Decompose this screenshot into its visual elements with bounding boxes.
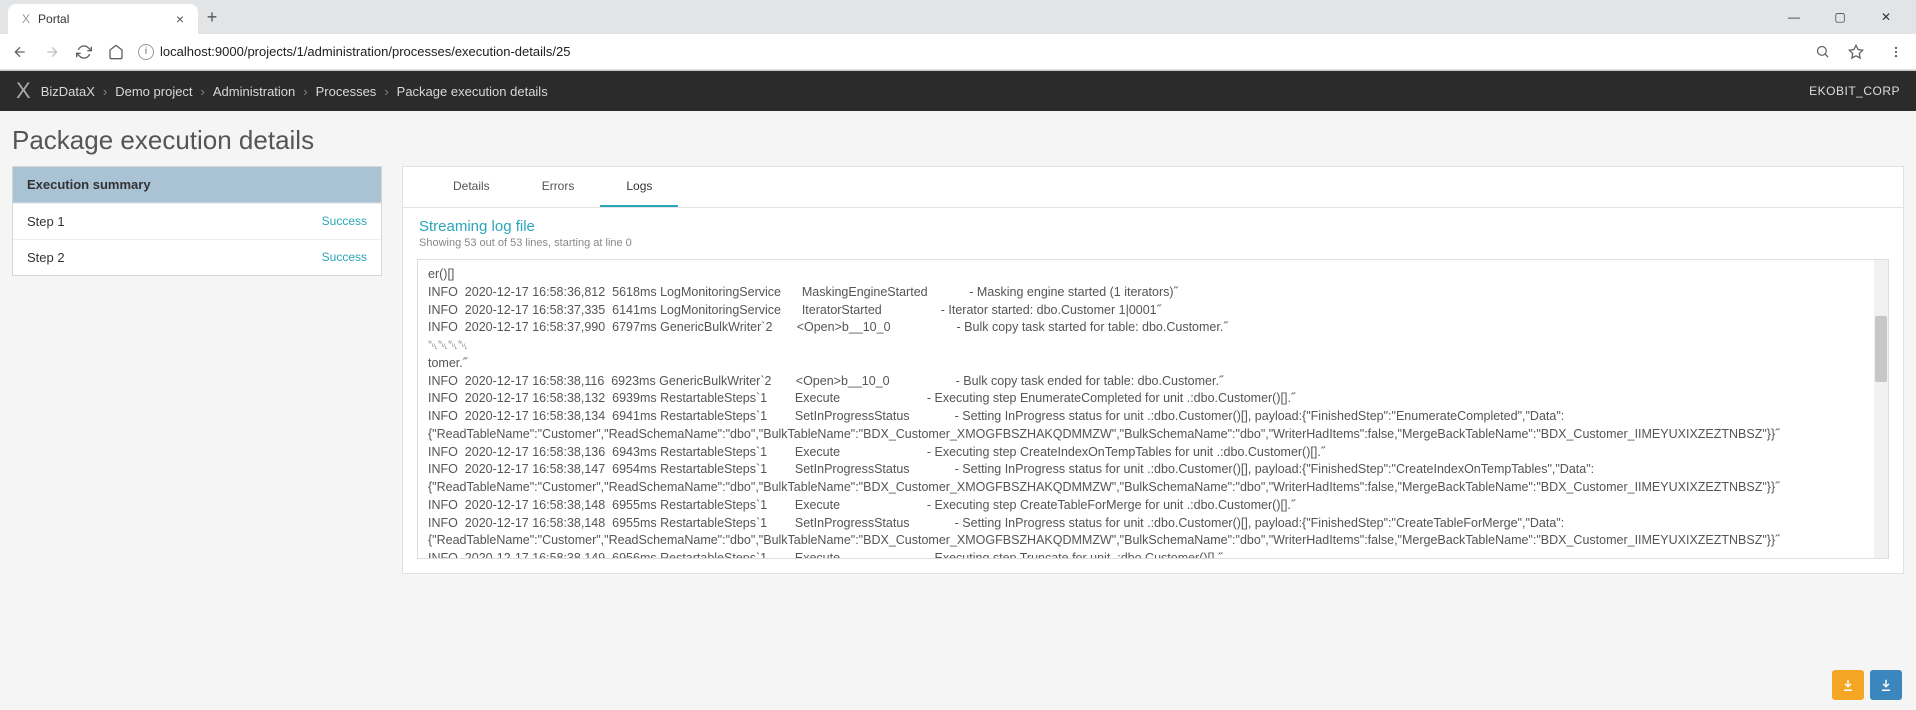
crumb-current: Package execution details bbox=[397, 84, 548, 99]
maximize-icon[interactable]: ▢ bbox=[1826, 10, 1854, 24]
chevron-right-icon: › bbox=[303, 84, 307, 99]
log-viewer[interactable]: er()[] INFO 2020-12-17 16:58:36,812 5618… bbox=[417, 259, 1889, 559]
crumb-processes[interactable]: Processes bbox=[316, 84, 377, 99]
tab-favicon-icon: X bbox=[22, 12, 30, 26]
menu-icon[interactable] bbox=[1886, 42, 1906, 62]
execution-summary-panel: Execution summary Step 1 Success Step 2 … bbox=[12, 166, 382, 276]
crumb-admin[interactable]: Administration bbox=[213, 84, 295, 99]
browser-tab[interactable]: X Portal × bbox=[8, 4, 198, 34]
step-name: Step 1 bbox=[27, 214, 65, 229]
footer-actions bbox=[1832, 670, 1902, 700]
scrollbar-track[interactable] bbox=[1874, 260, 1888, 558]
chevron-right-icon: › bbox=[201, 84, 205, 99]
scrollbar-thumb[interactable] bbox=[1875, 316, 1887, 382]
app-header: X BizDataX › Demo project › Administrati… bbox=[0, 71, 1916, 111]
chevron-right-icon: › bbox=[103, 84, 107, 99]
main-panel: Details Errors Logs Streaming log file S… bbox=[402, 166, 1904, 574]
tab-logs[interactable]: Logs bbox=[600, 167, 678, 207]
star-icon[interactable] bbox=[1846, 42, 1866, 62]
status-badge: Success bbox=[322, 214, 367, 229]
new-tab-button[interactable]: + bbox=[198, 3, 226, 31]
status-badge: Success bbox=[322, 250, 367, 265]
user-label[interactable]: EKOBIT_CORP bbox=[1809, 84, 1900, 98]
chevron-right-icon: › bbox=[384, 84, 388, 99]
close-tab-icon[interactable]: × bbox=[176, 11, 184, 27]
browser-chrome: X Portal × + — ▢ ✕ i localhost:9000/proj… bbox=[0, 0, 1916, 71]
browser-tab-title: Portal bbox=[38, 12, 69, 26]
reload-icon[interactable] bbox=[74, 42, 94, 62]
tab-errors[interactable]: Errors bbox=[516, 167, 601, 207]
stream-title: Streaming log file bbox=[419, 218, 1887, 235]
download-log-button[interactable] bbox=[1832, 670, 1864, 700]
step-name: Step 2 bbox=[27, 250, 65, 265]
summary-step-row[interactable]: Step 2 Success bbox=[13, 239, 381, 275]
window-controls: — ▢ ✕ bbox=[1780, 10, 1908, 24]
address-bar-row: i localhost:9000/projects/1/administrati… bbox=[0, 34, 1916, 70]
log-content: er()[] INFO 2020-12-17 16:58:36,812 5618… bbox=[418, 260, 1888, 559]
url-bar[interactable]: i localhost:9000/projects/1/administrati… bbox=[138, 44, 1800, 60]
stream-subtitle: Showing 53 out of 53 lines, starting at … bbox=[419, 237, 1887, 249]
home-icon[interactable] bbox=[106, 42, 126, 62]
summary-step-row[interactable]: Step 1 Success bbox=[13, 203, 381, 239]
export-button[interactable] bbox=[1870, 670, 1902, 700]
brand-link[interactable]: BizDataX bbox=[41, 84, 95, 99]
close-window-icon[interactable]: ✕ bbox=[1872, 10, 1900, 24]
zoom-icon[interactable] bbox=[1812, 42, 1832, 62]
back-icon[interactable] bbox=[10, 42, 30, 62]
site-info-icon[interactable]: i bbox=[138, 44, 154, 60]
tabs: Details Errors Logs bbox=[403, 167, 1903, 208]
tab-details[interactable]: Details bbox=[427, 167, 516, 207]
minimize-icon[interactable]: — bbox=[1780, 10, 1808, 24]
summary-header: Execution summary bbox=[13, 167, 381, 203]
browser-tab-row: X Portal × + — ▢ ✕ bbox=[0, 0, 1916, 34]
crumb-project[interactable]: Demo project bbox=[115, 84, 192, 99]
page-title: Package execution details bbox=[12, 125, 1904, 156]
forward-icon[interactable] bbox=[42, 42, 62, 62]
url-text: localhost:9000/projects/1/administration… bbox=[160, 44, 570, 59]
app-logo-icon: X bbox=[16, 78, 31, 104]
